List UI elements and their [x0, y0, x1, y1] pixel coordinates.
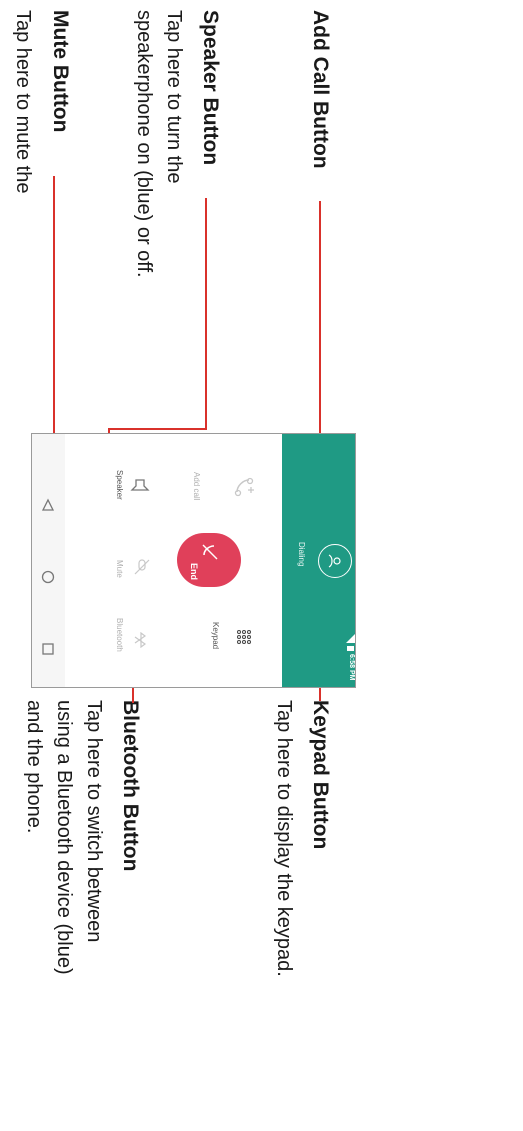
call-controls-area: Add call Speaker End Mute Keypad Bluetoo… [65, 434, 282, 687]
bluetooth-annotation-desc-3: and the phone. [23, 700, 45, 834]
keypad-label: Keypad [211, 622, 220, 650]
speaker-label: Speaker [115, 470, 124, 500]
speaker-button[interactable]: Speaker [109, 452, 169, 512]
bluetooth-annotation-title: Bluetooth Button [119, 700, 142, 872]
add-call-annotation-title: Add Call Button [309, 10, 332, 169]
speaker-callout-horizontal [108, 428, 207, 430]
add-call-icon [234, 477, 254, 497]
speaker-annotation-desc-2: speakerphone on (blue) or off. [133, 10, 155, 278]
back-icon[interactable] [41, 498, 55, 512]
speaker-icon [130, 479, 150, 491]
end-call-label: End [189, 563, 199, 580]
signal-icon [346, 634, 355, 643]
mute-annotation-desc-1: Tap here to mute the [12, 10, 34, 194]
bluetooth-button[interactable]: Bluetooth [109, 606, 169, 676]
keypad-annotation-desc-1: Tap here to display the keypad. [273, 700, 295, 977]
microphone-muted-icon [134, 559, 150, 575]
recents-icon[interactable] [41, 642, 55, 656]
add-call-button[interactable]: Add call [192, 452, 275, 512]
call-header: Dialing 6:58 PM [282, 434, 355, 687]
bluetooth-label: Bluetooth [115, 618, 124, 652]
add-call-label: Add call [192, 472, 201, 501]
person-icon [328, 554, 341, 568]
bluetooth-annotation-desc-1: Tap here to switch between [83, 700, 105, 943]
contact-avatar [318, 544, 352, 578]
phone-screen: Add call Speaker End Mute Keypad Bluetoo… [31, 433, 356, 688]
speaker-callout-line [205, 198, 207, 430]
bluetooth-icon [134, 632, 147, 648]
end-call-icon [202, 544, 218, 560]
navigation-bar [32, 434, 65, 687]
home-icon[interactable] [41, 570, 55, 584]
speaker-annotation-desc-1: Tap here to turn the [163, 10, 185, 184]
end-call-button[interactable]: End [177, 533, 241, 587]
keypad-button[interactable]: Keypad [211, 604, 275, 664]
status-bar: 6:58 PM [346, 634, 355, 687]
speaker-annotation-title: Speaker Button [199, 10, 222, 166]
keypad-annotation-title: Keypad Button [309, 700, 332, 850]
keypad-icon [237, 630, 251, 644]
bluetooth-annotation-desc-2: using a Bluetooth device (blue) [53, 700, 75, 975]
mute-label: Mute [115, 560, 124, 578]
mute-button[interactable]: Mute [109, 532, 169, 592]
call-status-text: Dialing [297, 542, 306, 567]
battery-icon [347, 646, 354, 651]
status-time: 6:58 PM [348, 654, 355, 681]
mute-annotation-title: Mute Button [49, 10, 72, 133]
